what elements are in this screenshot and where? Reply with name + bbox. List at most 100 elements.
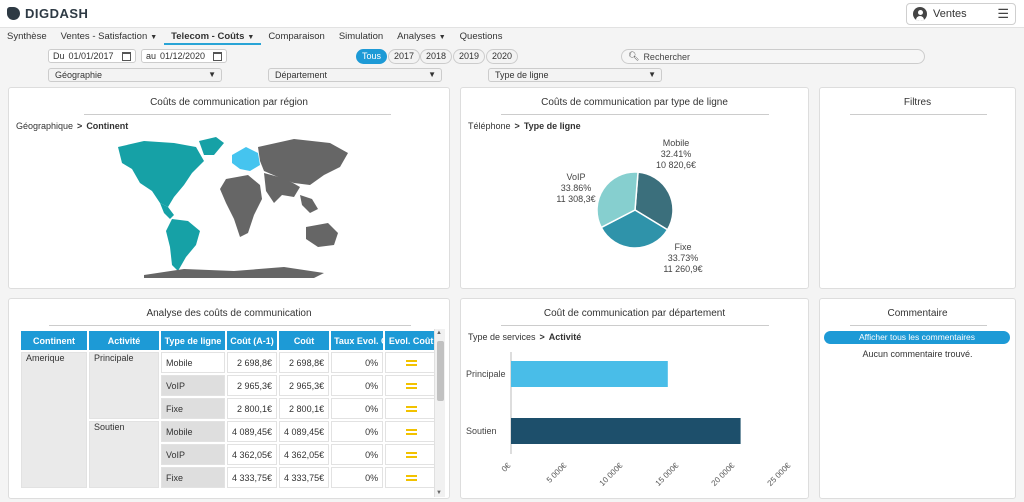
x-tick-label: 25 000€ (766, 461, 793, 488)
x-tick-label: 0€ (500, 461, 513, 474)
date-from-field[interactable]: Du 01/01/2017 (48, 49, 136, 63)
tab-5[interactable]: Analyses ▼ (390, 29, 453, 45)
column-header[interactable]: Continent (21, 331, 87, 350)
panel-title: Commentaire (887, 308, 948, 319)
evolution-cell (385, 352, 438, 373)
caret-down-icon: ▼ (150, 34, 158, 41)
department-dropdown[interactable]: Département ▼ (268, 68, 442, 82)
panel-title: Coûts de communication par type de ligne (541, 97, 728, 108)
date-from-value: 01/01/2017 (68, 51, 114, 61)
column-header[interactable]: Coût (279, 331, 330, 350)
map-region-south-america (166, 219, 200, 271)
activity-cell: Soutien (89, 421, 159, 488)
tab-2[interactable]: Telecom - Coûts ▼ (164, 29, 262, 45)
equal-evolution-icon (405, 474, 417, 481)
pie-label-labels: Fixe (674, 242, 691, 252)
equal-evolution-icon (405, 405, 417, 412)
year-filter-4[interactable]: 2020 (486, 49, 519, 64)
department-dropdown-label: Département (275, 70, 328, 80)
breadcrumb[interactable]: Type de services > Activité (468, 332, 581, 342)
scroll-up-icon[interactable]: ▲ (436, 330, 442, 336)
scroll-thumb[interactable] (437, 341, 444, 401)
dropdown-arrow-icon: ▼ (428, 70, 436, 79)
show-all-comments-button[interactable]: Afficher tous les commentaires (824, 331, 1010, 344)
caret-down-icon: ▼ (438, 34, 446, 41)
activity-cell: Principale (89, 352, 159, 419)
world-map[interactable] (114, 133, 354, 278)
app-logo[interactable]: DIGDASH (7, 6, 88, 21)
year-filter-2[interactable]: 2018 (420, 49, 453, 64)
x-tick-label: 5 000€ (545, 461, 569, 485)
column-header[interactable]: Type de ligne (161, 331, 225, 350)
equal-evolution-icon (405, 359, 417, 366)
cost-cell: 2 965,3€ (279, 375, 330, 396)
title-divider (850, 325, 987, 326)
title-divider (501, 114, 769, 115)
table-row[interactable]: Amerique Principale Mobile 2 698,8€ 2 698,8€… (21, 352, 438, 488)
cost-cell: 4 362,05€ (279, 444, 330, 465)
tab-3[interactable]: Comparaison (261, 29, 332, 45)
tab-label: Simulation (338, 31, 384, 42)
pie-label-percents: 33.86% (561, 183, 592, 193)
bar-principale[interactable] (511, 361, 668, 387)
previous-cost-cell: 2 800,1€ (227, 398, 278, 419)
year-filter-3[interactable]: 2019 (453, 49, 486, 64)
breadcrumb-parent[interactable]: Type de services (468, 332, 536, 342)
year-filter-1[interactable]: 2017 (388, 49, 421, 64)
column-header[interactable]: Activité (89, 331, 159, 350)
scroll-down-icon[interactable]: ▼ (436, 490, 442, 496)
user-menu-button[interactable]: Ventes ☰ (906, 3, 1016, 25)
tab-0[interactable]: Synthèse (0, 29, 54, 45)
map-region-europe (232, 147, 260, 171)
panel-title: Coût de communication par département (543, 308, 726, 319)
panel-title: Filtres (903, 97, 932, 108)
breadcrumb[interactable]: Géographique > Continent (16, 121, 128, 131)
calendar-icon[interactable] (213, 51, 222, 61)
caret-down-icon: ▼ (247, 34, 255, 41)
rate-cell: 0% (331, 467, 384, 488)
rate-cell: 0% (331, 421, 384, 442)
date-to-field[interactable]: au 01/12/2020 (141, 49, 227, 63)
geography-dropdown-label: Géographie (55, 70, 103, 80)
map-region-greenland (199, 137, 224, 155)
tab-1[interactable]: Ventes - Satisfaction ▼ (54, 29, 165, 45)
bar-soutien[interactable] (511, 418, 741, 444)
pie-chart[interactable]: Mobile32.41%10 820,6€ Fixe33.73%11 260,9€… (461, 128, 810, 288)
search-placeholder: Rechercher (643, 51, 690, 62)
pie-label-value_labels: 11 260,9€ (663, 264, 702, 274)
pie-label-percents: 32.41% (661, 149, 692, 159)
map-region-africa (220, 175, 262, 237)
column-header[interactable]: Evol. Coût (385, 331, 438, 350)
bar-category-label: Principale (466, 369, 506, 379)
map-region-australia (306, 223, 338, 247)
line-type-cell: VoIP (161, 375, 225, 396)
hamburger-menu-icon[interactable]: ☰ (997, 6, 1009, 22)
tab-6[interactable]: Questions (453, 29, 510, 45)
geography-dropdown[interactable]: Géographie ▼ (48, 68, 222, 82)
previous-cost-cell: 4 362,05€ (227, 444, 278, 465)
bar-chart[interactable]: Principale Soutien 0€ 5 000€ 10 000€ 15 000€ 2… (461, 344, 810, 500)
rate-cell: 0% (331, 444, 384, 465)
panel-title: Analyse des coûts de communication (146, 308, 312, 319)
rate-cell: 0% (331, 352, 384, 373)
tab-label: Telecom - Coûts (171, 31, 245, 42)
tab-4[interactable]: Simulation (332, 29, 390, 45)
equal-evolution-icon (405, 451, 417, 458)
column-header[interactable]: Taux Evol. Coût (331, 331, 384, 350)
year-filter-0[interactable]: Tous (356, 49, 388, 64)
column-header[interactable]: Coût (A-1) (227, 331, 278, 350)
logo-text: DIGDASH (25, 6, 89, 21)
evolution-cell (385, 421, 438, 442)
calendar-icon[interactable] (122, 51, 131, 61)
table-scrollbar[interactable]: ▲ ▼ (434, 329, 445, 497)
logo-icon (7, 7, 20, 20)
filters-panel: Filtres (819, 87, 1016, 289)
search-input[interactable]: 🔍︎ Rechercher (621, 49, 925, 64)
previous-cost-cell: 2 965,3€ (227, 375, 278, 396)
cost-analysis-panel: Analyse des coûts de communication Conti… (8, 298, 450, 499)
breadcrumb-parent[interactable]: Géographique (16, 121, 73, 131)
equal-evolution-icon (405, 428, 417, 435)
line-type-cell: Mobile (161, 352, 225, 373)
title-divider (49, 325, 411, 326)
line-type-dropdown[interactable]: Type de ligne ▼ (488, 68, 662, 82)
